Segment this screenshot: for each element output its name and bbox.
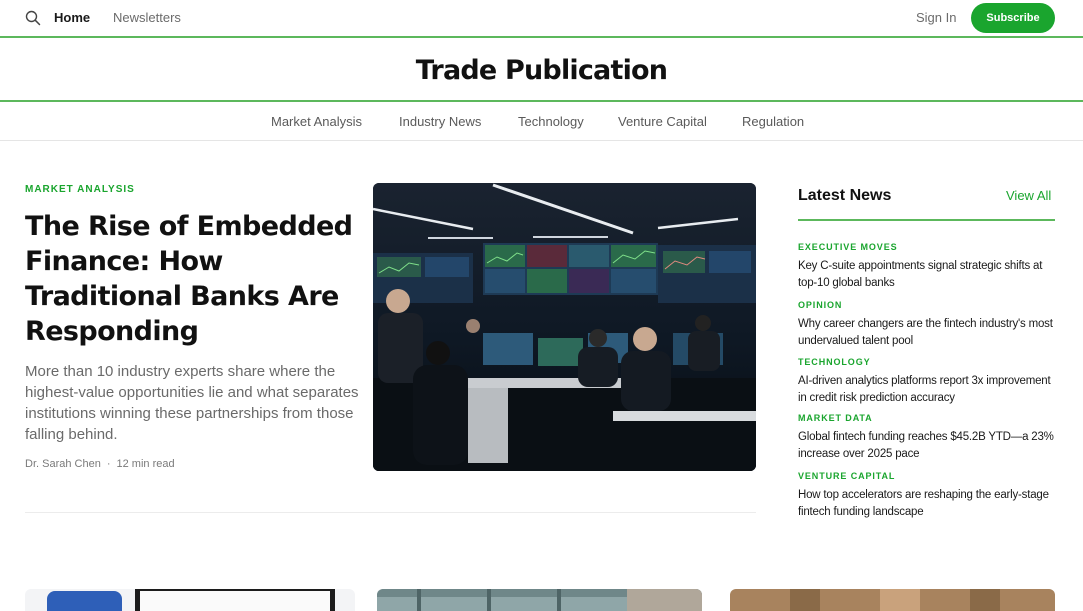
category-technology[interactable]: Technology bbox=[518, 114, 584, 129]
trading-floor-illustration bbox=[373, 183, 756, 471]
section-divider bbox=[25, 512, 756, 513]
news-item[interactable]: EXECUTIVE MOVES Key C-suite appointments… bbox=[798, 242, 1060, 291]
news-category: EXECUTIVE MOVES bbox=[798, 242, 898, 252]
news-category: MARKET DATA bbox=[798, 413, 873, 423]
feature-image[interactable] bbox=[373, 183, 756, 471]
news-headline[interactable]: Why career changers are the fintech indu… bbox=[798, 316, 1060, 349]
category-venture-capital[interactable]: Venture Capital bbox=[618, 114, 707, 129]
read-time: 12 min read bbox=[116, 458, 175, 470]
news-item[interactable]: TECHNOLOGY AI-driven analytics platforms… bbox=[798, 357, 1060, 406]
news-headline[interactable]: Global fintech funding reaches $45.2B YT… bbox=[798, 429, 1060, 462]
news-item[interactable]: VENTURE CAPITAL How top accelerators are… bbox=[798, 471, 1060, 520]
news-item[interactable]: MARKET DATA Global fintech funding reach… bbox=[798, 413, 1060, 462]
sign-in-link[interactable]: Sign In bbox=[916, 10, 956, 25]
latest-news-rule bbox=[798, 219, 1055, 221]
subscribe-button[interactable]: Subscribe bbox=[971, 3, 1055, 33]
feature-headline[interactable]: The Rise of Embedded Finance: How Tradit… bbox=[25, 209, 365, 349]
feature-byline: Dr. Sarah Chen · 12 min read bbox=[25, 458, 175, 470]
author-name[interactable]: Dr. Sarah Chen bbox=[25, 458, 101, 470]
category-industry-news[interactable]: Industry News bbox=[399, 114, 481, 129]
news-headline[interactable]: AI-driven analytics platforms report 3x … bbox=[798, 373, 1060, 406]
masthead: Trade Publication bbox=[0, 40, 1083, 102]
article-card-image[interactable] bbox=[25, 589, 355, 611]
site-logo-title[interactable]: Trade Publication bbox=[416, 55, 668, 86]
article-card-image[interactable] bbox=[730, 589, 1055, 611]
view-all-link[interactable]: View All bbox=[1006, 188, 1051, 203]
category-nav: Market Analysis Industry News Technology… bbox=[0, 103, 1083, 141]
news-category: TECHNOLOGY bbox=[798, 357, 871, 367]
news-category: VENTURE CAPITAL bbox=[798, 471, 896, 481]
nav-home-link[interactable]: Home bbox=[54, 10, 90, 25]
article-card-image[interactable] bbox=[377, 589, 702, 611]
news-headline[interactable]: How top accelerators are reshaping the e… bbox=[798, 487, 1060, 520]
search-icon[interactable] bbox=[25, 10, 41, 26]
news-item[interactable]: OPINION Why career changers are the fint… bbox=[798, 300, 1060, 349]
news-headline[interactable]: Key C-suite appointments signal strategi… bbox=[798, 258, 1060, 291]
news-category: OPINION bbox=[798, 300, 843, 310]
category-regulation[interactable]: Regulation bbox=[742, 114, 804, 129]
category-market-analysis[interactable]: Market Analysis bbox=[271, 114, 362, 129]
latest-news-title: Latest News bbox=[798, 187, 892, 204]
feature-dek: More than 10 industry experts share wher… bbox=[25, 363, 359, 443]
nav-newsletters-link[interactable]: Newsletters bbox=[113, 10, 181, 25]
top-bar: Home Newsletters Sign In Subscribe bbox=[0, 0, 1083, 38]
feature-kicker[interactable]: MARKET ANALYSIS bbox=[25, 184, 135, 195]
